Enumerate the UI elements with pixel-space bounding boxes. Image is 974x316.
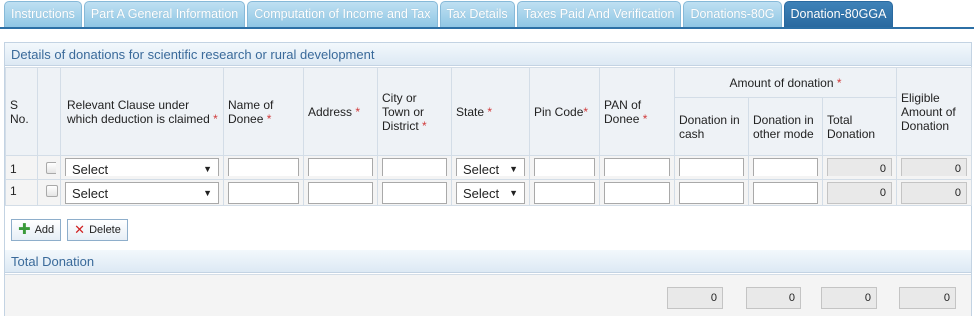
pan-input[interactable] (604, 182, 670, 204)
header-amount-group: Amount of donation * (673, 67, 898, 98)
section-title: Details of donations for scientific rese… (5, 43, 971, 66)
cash-input[interactable] (679, 158, 744, 176)
add-button[interactable]: ✚ Add (11, 219, 62, 241)
clause-select[interactable]: Select ▼ (65, 158, 219, 176)
tab-instructions[interactable]: Instructions (4, 1, 82, 27)
header-other-mode: Donation in other mode (748, 97, 823, 156)
total-donation-value: 0 (827, 158, 893, 176)
add-button-label: Add (34, 224, 55, 236)
city-input[interactable] (382, 182, 447, 204)
header-cash: Donation in cash (674, 97, 749, 156)
tab-computation-of-income-and-tax[interactable]: Computation of Income and Tax (247, 1, 438, 27)
eligible-amount-value: 0 (901, 158, 968, 176)
row-checkbox[interactable] (46, 185, 58, 197)
total-donation-row: 0 0 0 0 (5, 274, 971, 316)
address-input[interactable] (308, 182, 373, 204)
header-city: City or Town or District * (377, 67, 452, 156)
header-donee-name: Name of Donee * (223, 67, 304, 156)
cash-input[interactable] (679, 182, 744, 204)
donee-name-input[interactable] (228, 182, 299, 204)
tab-tax-details[interactable]: Tax Details (439, 1, 515, 27)
header-pin-code: Pin Code* (529, 67, 600, 156)
tab-taxes-paid-and-verification[interactable]: Taxes Paid And Verification (516, 1, 682, 27)
donations-table: S No. Relevant Clause under which deduct… (5, 67, 973, 206)
table-row: 1 Select ▼ Select ▼ 0 0 (5, 155, 973, 180)
clause-select[interactable]: Select ▼ (65, 182, 219, 204)
state-select[interactable]: Select ▼ (456, 158, 525, 176)
header-address: Address * (303, 67, 378, 156)
total-eligible-value: 0 (899, 287, 956, 309)
total-cash-value: 0 (667, 287, 723, 309)
donation-80gga-panel: Details of donations for scientific rese… (4, 42, 973, 316)
header-select (37, 67, 61, 156)
header-sno: S No. (5, 67, 38, 156)
other-mode-input[interactable] (753, 182, 818, 204)
header-state: State * (451, 67, 530, 156)
eligible-amount-value: 0 (901, 182, 968, 204)
table-row: 1 Select ▼ Select ▼ 0 0 (5, 179, 973, 206)
pin-code-input[interactable] (534, 158, 595, 176)
state-select[interactable]: Select ▼ (456, 182, 525, 204)
row-sno: 1 (10, 184, 17, 198)
tab-donation-80gga[interactable]: Donation-80GGA (783, 1, 894, 27)
total-donation-value: 0 (821, 287, 877, 309)
total-donation-heading: Total Donation (5, 250, 971, 273)
total-donation-value: 0 (827, 182, 893, 204)
tab-donations-80g[interactable]: Donations-80G (683, 1, 782, 27)
close-icon: ✕ (74, 222, 86, 237)
row-checkbox[interactable] (46, 162, 56, 174)
row-actions: ✚ Add ✕ Delete (11, 219, 128, 241)
pin-code-input[interactable] (534, 182, 595, 204)
tab-part-a-general-information[interactable]: Part A General Information (83, 1, 246, 27)
tab-bar-underline (0, 27, 974, 29)
row-sno: 1 (10, 162, 17, 176)
pan-input[interactable] (604, 158, 670, 176)
delete-button[interactable]: ✕ Delete (67, 219, 128, 241)
donee-name-input[interactable] (228, 158, 299, 176)
header-total: Total Donation (821, 97, 898, 156)
address-input[interactable] (308, 158, 373, 176)
header-pan: PAN of Donee * (599, 67, 675, 156)
header-clause: Relevant Clause under which deduction is… (60, 67, 224, 156)
header-eligible: Eligible Amount of Donation (896, 67, 973, 156)
total-other-mode-value: 0 (746, 287, 801, 309)
tab-bar: Instructions Part A General Information … (4, 1, 895, 27)
other-mode-input[interactable] (753, 158, 818, 176)
plus-icon: ✚ (18, 221, 31, 238)
delete-button-label: Delete (89, 224, 121, 236)
city-input[interactable] (382, 158, 447, 176)
